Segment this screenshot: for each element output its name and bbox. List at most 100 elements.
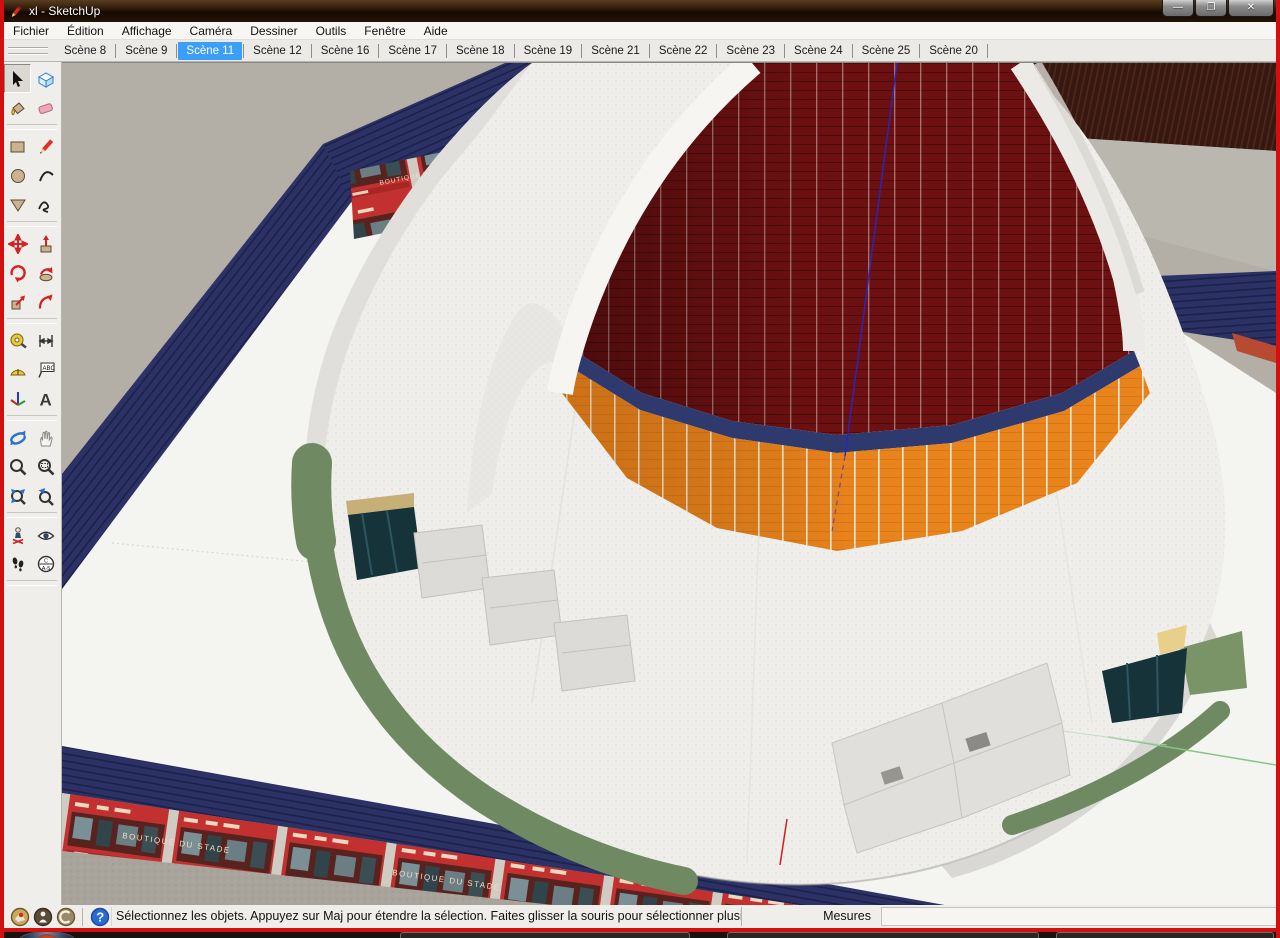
svg-text:C: C	[44, 558, 48, 564]
tool-follow-me[interactable]	[32, 258, 59, 287]
menu-outils[interactable]: Outils	[307, 23, 356, 39]
status-message: Sélectionnez les objets. Appuyez sur Maj…	[111, 907, 741, 926]
tab-separator	[514, 44, 515, 58]
tool-group-divider	[7, 221, 57, 227]
tool-pan[interactable]	[32, 423, 59, 452]
tool-circle[interactable]	[4, 161, 31, 190]
taskbar-button[interactable]	[1056, 932, 1274, 938]
sketchup-window: xl - SketchUp —❐✕ FichierÉditionAffichag…	[0, 0, 1280, 938]
tool-polygon[interactable]	[4, 190, 31, 219]
menu-fichier[interactable]: Fichier	[4, 23, 58, 39]
tab-separator	[446, 44, 447, 58]
status-bar: ? Sélectionnez les objets. Appuyez sur M…	[4, 905, 1276, 928]
zoom-icon	[8, 457, 28, 477]
text-icon: ABC	[36, 360, 56, 380]
tab-separator	[378, 44, 379, 58]
tool-select[interactable]	[4, 64, 31, 93]
tool-group-divider	[7, 580, 57, 586]
menu-dessiner[interactable]: Dessiner	[241, 23, 306, 39]
paint-bucket-icon	[8, 98, 28, 118]
tool-rectangle[interactable]	[4, 132, 31, 161]
move-icon	[8, 234, 28, 254]
tool-zoom-previous[interactable]	[32, 481, 59, 510]
tool-arc[interactable]	[32, 161, 59, 190]
taskbar-button[interactable]	[727, 932, 1039, 938]
menu-edition[interactable]: Édition	[58, 23, 113, 39]
scene-tab-sc-ne-22[interactable]: Scène 22	[651, 42, 716, 60]
restore-button[interactable]: ❐	[1195, 0, 1227, 17]
scene-tab-sc-ne-8[interactable]: Scène 8	[56, 42, 114, 60]
push-pull-icon	[36, 234, 56, 254]
tool-zoom[interactable]	[4, 452, 31, 481]
tool-zoom-extents[interactable]	[4, 481, 31, 510]
select-icon	[8, 69, 28, 89]
menu-fenetre[interactable]: Fenêtre	[355, 23, 414, 39]
tool-3d-text[interactable]: A	[32, 384, 59, 413]
scene-tab-sc-ne-18[interactable]: Scène 18	[448, 42, 513, 60]
glass-facade-left[interactable]	[346, 493, 422, 580]
toolbar-grip[interactable]	[8, 47, 48, 55]
sketchup-account-icon[interactable]	[56, 907, 75, 926]
tool-look-around[interactable]	[32, 520, 59, 549]
tool-rotate[interactable]	[4, 258, 31, 287]
tool-axes[interactable]	[4, 384, 31, 413]
tool-move[interactable]	[4, 229, 31, 258]
credit-attribution-icon[interactable]	[33, 907, 52, 926]
look-around-icon	[36, 525, 56, 545]
tool-position-camera[interactable]	[4, 520, 31, 549]
3d-text-icon: A	[36, 389, 56, 409]
eraser-icon	[36, 98, 56, 118]
scene-tab-sc-ne-17[interactable]: Scène 17	[380, 42, 445, 60]
title-bar[interactable]: xl - SketchUp —❐✕	[0, 0, 1280, 22]
tool-walk[interactable]	[4, 549, 31, 578]
tool-make-component[interactable]	[32, 64, 59, 93]
menu-affichage[interactable]: Affichage	[113, 23, 181, 39]
tab-separator	[176, 44, 177, 58]
geolocation-icon[interactable]	[10, 907, 29, 926]
svg-text:A: A	[39, 390, 51, 409]
tool-offset[interactable]	[32, 287, 59, 316]
taskbar-orb[interactable]	[18, 931, 76, 938]
tool-freehand[interactable]	[32, 190, 59, 219]
tool-eraser[interactable]	[32, 93, 59, 122]
measurements-label: Mesures	[741, 907, 881, 926]
tab-separator	[919, 44, 920, 58]
tool-scale[interactable]	[4, 287, 31, 316]
tool-zoom-window[interactable]	[32, 452, 59, 481]
scene-tab-sc-ne-12[interactable]: Scène 12	[245, 42, 310, 60]
menu-camera[interactable]: Caméra	[181, 23, 242, 39]
windows-taskbar[interactable]	[0, 931, 1280, 938]
help-icon[interactable]: ?	[90, 907, 109, 926]
tool-orbit[interactable]	[4, 423, 31, 452]
scene-tab-sc-ne-16[interactable]: Scène 16	[313, 42, 378, 60]
tool-push-pull[interactable]	[32, 229, 59, 258]
scene-tab-sc-ne-11[interactable]: Scène 11	[178, 42, 242, 60]
measurements-input[interactable]	[881, 907, 1276, 926]
tool-line[interactable]	[32, 132, 59, 161]
tool-paint-bucket[interactable]	[4, 93, 31, 122]
menu-bar: FichierÉditionAffichageCaméraDessinerOut…	[4, 22, 1276, 40]
menu-aide[interactable]: Aide	[415, 23, 457, 39]
minimize-button[interactable]: —	[1162, 0, 1194, 17]
tool-text[interactable]: ABC	[32, 355, 59, 384]
scene-tab-sc-ne-19[interactable]: Scène 19	[516, 42, 581, 60]
zoom-window-icon	[36, 457, 56, 477]
tool-protractor[interactable]	[4, 355, 31, 384]
scene-tab-sc-ne-25[interactable]: Scène 25	[854, 42, 919, 60]
rectangle-icon	[8, 137, 28, 157]
taskbar-button[interactable]	[400, 932, 690, 938]
svg-text:A-5: A-5	[41, 566, 50, 572]
close-button[interactable]: ✕	[1228, 0, 1274, 17]
drawing-viewport[interactable]: BOUTIQUE DU STADE BOUTIQUE DU STADE BOUT…	[62, 62, 1276, 905]
tool-section-plane[interactable]: C A-5	[32, 549, 59, 578]
scene-tab-sc-ne-20[interactable]: Scène 20	[921, 42, 986, 60]
scale-icon	[8, 292, 28, 312]
scene-tab-sc-ne-9[interactable]: Scène 9	[117, 42, 175, 60]
scene-tab-sc-ne-24[interactable]: Scène 24	[786, 42, 851, 60]
dimension-icon	[36, 331, 56, 351]
tool-tape-measure[interactable]	[4, 326, 31, 355]
tool-dimension[interactable]	[32, 326, 59, 355]
orbit-icon	[8, 428, 28, 448]
scene-tab-sc-ne-21[interactable]: Scène 21	[583, 42, 648, 60]
scene-tab-sc-ne-23[interactable]: Scène 23	[718, 42, 783, 60]
